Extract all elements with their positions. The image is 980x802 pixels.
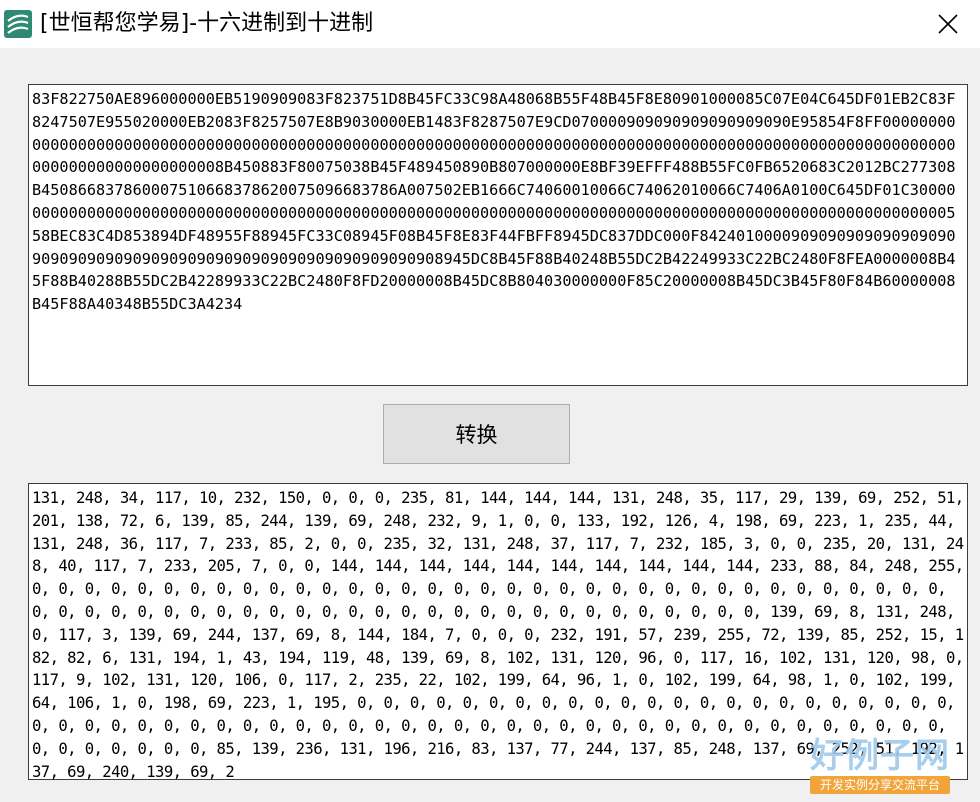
window-title: [世恒帮您学易]-十六进制到十进制 [40, 11, 374, 36]
watermark-subtitle: 开发实例分享交流平台 [810, 776, 950, 794]
close-icon [938, 14, 958, 34]
watermark-title: 好例子网 [810, 736, 950, 776]
easy-language-icon [3, 9, 33, 39]
watermark-logo: 好例子网 开发实例分享交流平台 [810, 736, 950, 794]
hex-input[interactable]: 83F822750AE896000000EB5190909083F823751D… [28, 84, 968, 386]
close-button[interactable] [916, 0, 980, 48]
convert-button[interactable]: 转换 [383, 404, 570, 464]
title-bar: [世恒帮您学易]-十六进制到十进制 [0, 0, 980, 48]
